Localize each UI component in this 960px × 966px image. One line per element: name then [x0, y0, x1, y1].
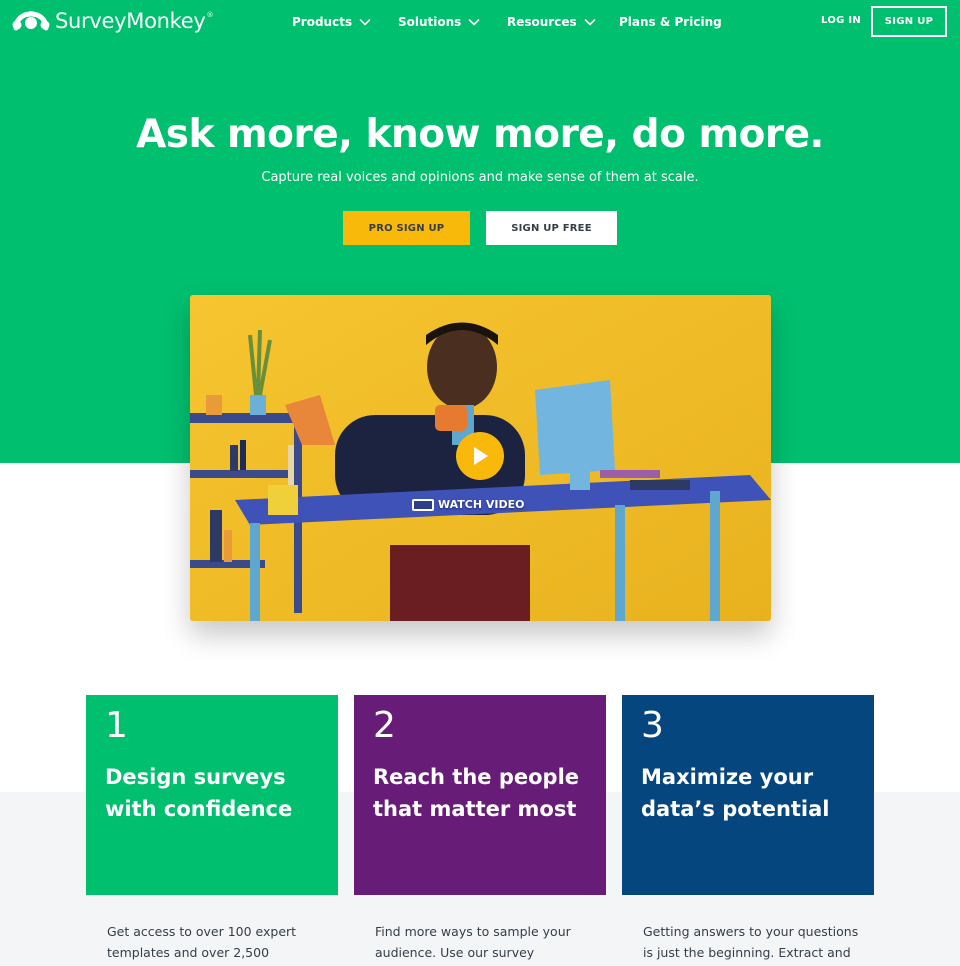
- chevron-down-icon: [584, 18, 596, 26]
- nav-solutions[interactable]: Solutions: [398, 13, 480, 31]
- feature-card-design: 1 Design surveys with confidence: [86, 695, 338, 895]
- nav-pricing-label: Plans & Pricing: [619, 15, 722, 29]
- nav-resources[interactable]: Resources: [507, 13, 596, 31]
- nav-resources-label: Resources: [507, 15, 577, 29]
- nav-solutions-label: Solutions: [398, 15, 462, 29]
- tv-icon: [412, 498, 434, 511]
- card-title: Maximize your data’s potential: [641, 765, 830, 821]
- surveymonkey-logo[interactable]: SurveyMonkey ®: [12, 6, 214, 36]
- nav-plans-pricing[interactable]: Plans & Pricing: [619, 13, 722, 31]
- signup-button[interactable]: SIGN UP: [871, 6, 947, 37]
- card-description: Find more ways to sample your audience. …: [375, 924, 571, 960]
- chevron-down-icon: [359, 18, 371, 26]
- login-link[interactable]: LOG IN: [821, 15, 861, 26]
- nav-products-label: Products: [292, 15, 353, 29]
- card-description: Get access to over 100 expert templates …: [107, 924, 297, 960]
- watch-video-label-group[interactable]: WATCH VIDEO: [412, 498, 525, 511]
- video-player[interactable]: WATCH VIDEO: [190, 295, 771, 621]
- monkey-logo-icon: [12, 11, 50, 31]
- hero-subtitle: Capture real voices and opinions and mak…: [261, 170, 699, 185]
- card-number: 3: [641, 705, 664, 746]
- card-title: Design surveys with confidence: [105, 765, 293, 821]
- card-number: 1: [105, 705, 128, 746]
- feature-card-reach: 2 Reach the people that matter most: [354, 695, 606, 895]
- logo-text: SurveyMonkey: [55, 9, 206, 33]
- top-navigation: SurveyMonkey ® Products Solutions Resour…: [0, 0, 960, 44]
- nav-products[interactable]: Products: [292, 13, 371, 31]
- card-title: Reach the people that matter most: [373, 765, 580, 821]
- watch-video-label: WATCH VIDEO: [438, 498, 525, 511]
- signup-free-button[interactable]: SIGN UP FREE: [486, 211, 617, 245]
- feature-card-maximize: 3 Maximize your data’s potential: [622, 695, 874, 895]
- card-number: 2: [373, 705, 396, 746]
- play-button[interactable]: [456, 432, 504, 480]
- registered-mark: ®: [206, 11, 214, 19]
- play-icon: [474, 447, 488, 465]
- pro-signup-button[interactable]: PRO SIGN UP: [343, 211, 470, 245]
- hero-title: Ask more, know more, do more.: [136, 112, 824, 157]
- card-description: Getting answers to your questions is jus…: [643, 924, 859, 960]
- chevron-down-icon: [468, 18, 480, 26]
